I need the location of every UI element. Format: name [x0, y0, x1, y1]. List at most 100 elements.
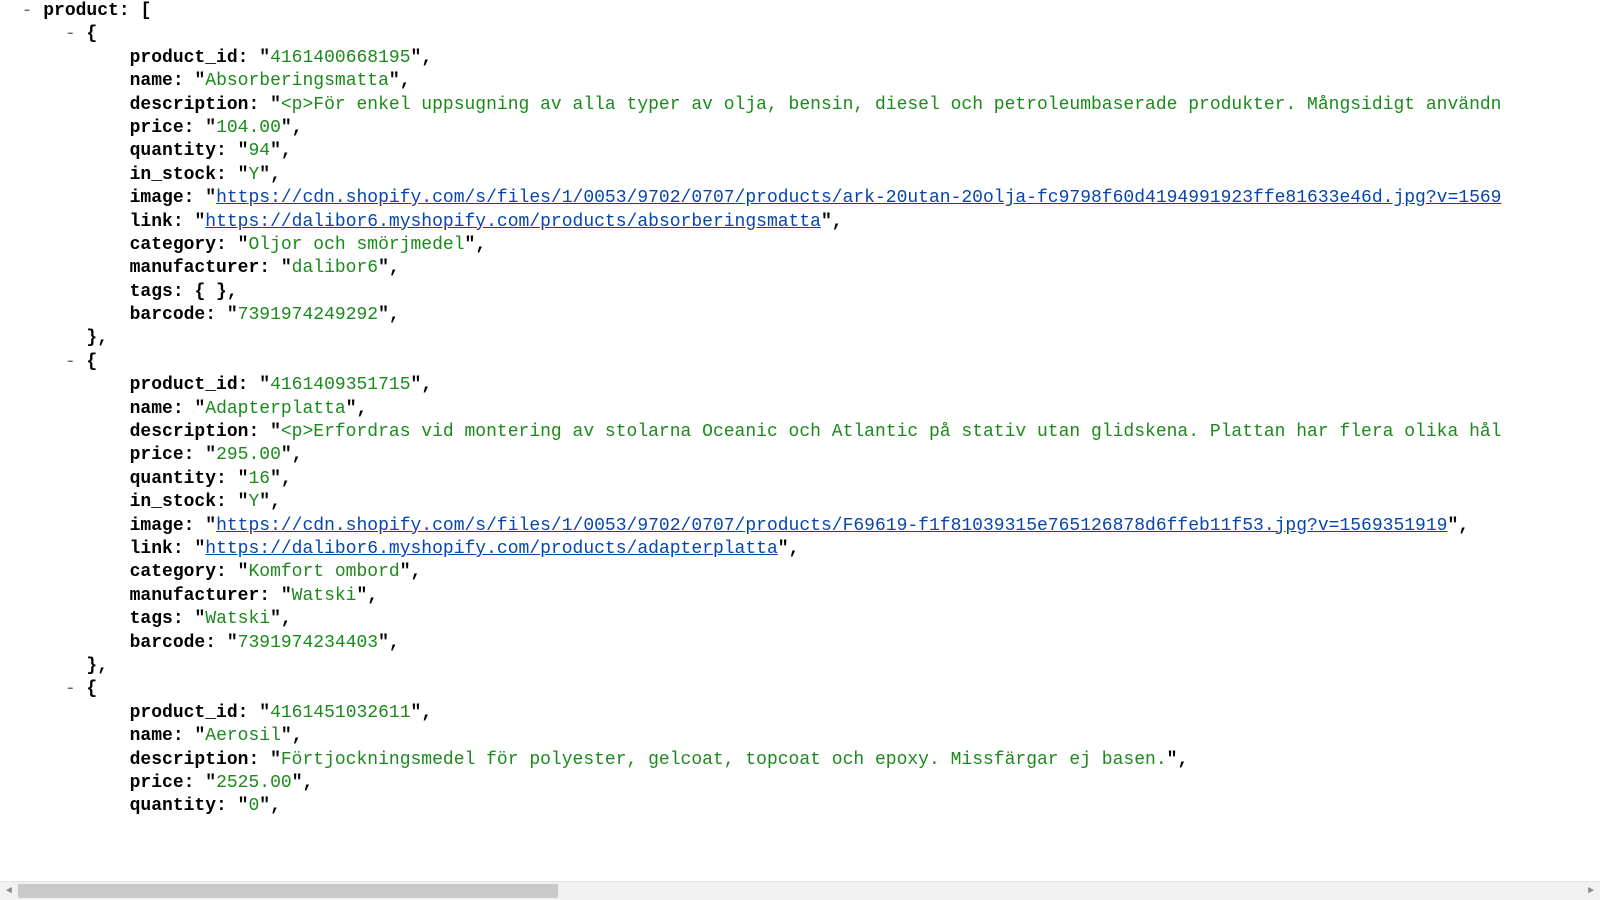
json-string: Aerosil — [205, 726, 281, 746]
json-punct: , — [832, 212, 843, 232]
json-punct: " — [281, 445, 292, 465]
json-punct: " — [238, 235, 249, 255]
json-punct: " — [411, 375, 422, 395]
json-link[interactable]: https://cdn.shopify.com/s/files/1/0053/9… — [216, 516, 1447, 536]
json-punct: , — [292, 726, 303, 746]
json-string: 4161451032611 — [270, 703, 410, 723]
json-key: name — [130, 71, 173, 91]
json-string: <p>För enkel uppsugning av alla typer av… — [281, 95, 1502, 115]
json-punct: : — [248, 95, 270, 115]
json-punct: : — [216, 562, 238, 582]
json-string: 104.00 — [216, 118, 281, 138]
json-link[interactable]: https://dalibor6.myshopify.com/products/… — [205, 212, 821, 232]
json-punct: , — [789, 539, 800, 559]
json-string: Oljor och smörjmedel — [248, 235, 464, 255]
collapse-toggle[interactable]: - — [65, 352, 87, 372]
json-punct: : — [173, 212, 195, 232]
json-key: price — [130, 773, 184, 793]
json-string: Watski — [292, 586, 357, 606]
json-punct: , — [400, 71, 411, 91]
code-line: barcode: "7391974249292", — [0, 304, 1600, 327]
json-punct: : — [173, 282, 195, 302]
json-punct: : — [216, 165, 238, 185]
code-line: image: "https://cdn.shopify.com/s/files/… — [0, 187, 1600, 210]
json-punct: " — [270, 609, 281, 629]
json-punct: " — [238, 469, 249, 489]
code-line: image: "https://cdn.shopify.com/s/files/… — [0, 515, 1600, 538]
scroll-right-arrow-icon[interactable]: ► — [1582, 882, 1600, 900]
json-punct: : — [184, 188, 206, 208]
code-line: - { — [0, 351, 1600, 374]
json-key: manufacturer — [130, 586, 260, 606]
json-punct: " — [270, 750, 281, 770]
code-line: link: "https://dalibor6.myshopify.com/pr… — [0, 538, 1600, 561]
json-key: link — [130, 539, 173, 559]
json-key: quantity — [130, 141, 216, 161]
json-punct: , — [281, 141, 292, 161]
json-key: manufacturer — [130, 258, 260, 278]
scrollbar-thumb[interactable] — [18, 884, 558, 898]
json-punct: " — [356, 586, 367, 606]
json-string: Förtjockningsmedel för polyester, gelcoa… — [281, 750, 1167, 770]
json-punct: , — [1458, 516, 1469, 536]
json-key: image — [130, 188, 184, 208]
json-string: 7391974234403 — [238, 633, 378, 653]
json-punct: " — [238, 141, 249, 161]
json-punct: : — [259, 258, 281, 278]
json-punct: : — [216, 492, 238, 512]
json-key: quantity — [130, 796, 216, 816]
code-line: quantity: "16", — [0, 468, 1600, 491]
code-line: name: "Absorberingsmatta", — [0, 70, 1600, 93]
json-punct: , — [1177, 750, 1188, 770]
json-punct: " — [281, 258, 292, 278]
json-punct: " — [194, 539, 205, 559]
code-line: name: "Adapterplatta", — [0, 398, 1600, 421]
json-punct: " — [238, 562, 249, 582]
json-key: in_stock — [130, 492, 216, 512]
json-string: 94 — [248, 141, 270, 161]
json-punct: " — [1447, 516, 1458, 536]
collapse-toggle[interactable]: - — [22, 1, 44, 21]
json-punct: , — [421, 375, 432, 395]
json-punct: " — [238, 796, 249, 816]
json-punct: " — [270, 95, 281, 115]
json-link[interactable]: https://cdn.shopify.com/s/files/1/0053/9… — [216, 188, 1501, 208]
json-punct: : — [216, 235, 238, 255]
json-punct: : — [205, 305, 227, 325]
scroll-left-arrow-icon[interactable]: ◄ — [0, 882, 18, 900]
json-punct: " — [346, 399, 357, 419]
json-punct: " — [205, 516, 216, 536]
code-line: description: "<p>För enkel uppsugning av… — [0, 94, 1600, 117]
json-punct: : — [173, 609, 195, 629]
collapse-toggle[interactable]: - — [65, 24, 87, 44]
json-key: barcode — [130, 633, 206, 653]
json-punct: : — [205, 633, 227, 653]
code-line: price: "104.00", — [0, 117, 1600, 140]
json-key: tags — [130, 609, 173, 629]
json-punct: " — [194, 609, 205, 629]
json-key: product_id — [130, 375, 238, 395]
json-punct: " — [259, 703, 270, 723]
json-punct: " — [821, 212, 832, 232]
json-punct: , — [292, 445, 303, 465]
json-punct: " — [400, 562, 411, 582]
json-punct: { — [86, 24, 97, 44]
code-line: category: "Oljor och smörjmedel", — [0, 234, 1600, 257]
json-punct: , — [227, 282, 238, 302]
json-punct: " — [259, 492, 270, 512]
json-link[interactable]: https://dalibor6.myshopify.com/products/… — [205, 539, 778, 559]
json-punct: " — [194, 212, 205, 232]
json-key: description — [130, 95, 249, 115]
code-line: product_id: "4161409351715", — [0, 374, 1600, 397]
horizontal-scrollbar[interactable]: ◄ ► — [0, 881, 1600, 900]
json-punct: : — [184, 445, 206, 465]
code-line: link: "https://dalibor6.myshopify.com/pr… — [0, 211, 1600, 234]
json-string: 2525.00 — [216, 773, 292, 793]
json-string: <p>Erfordras vid montering av stolarna O… — [281, 422, 1502, 442]
json-string: 7391974249292 — [238, 305, 378, 325]
json-punct: : — [173, 399, 195, 419]
json-punct: " — [389, 71, 400, 91]
collapse-toggle[interactable]: - — [65, 679, 87, 699]
code-line: description: "Förtjockningsmedel för pol… — [0, 749, 1600, 772]
json-punct: }, — [86, 656, 108, 676]
